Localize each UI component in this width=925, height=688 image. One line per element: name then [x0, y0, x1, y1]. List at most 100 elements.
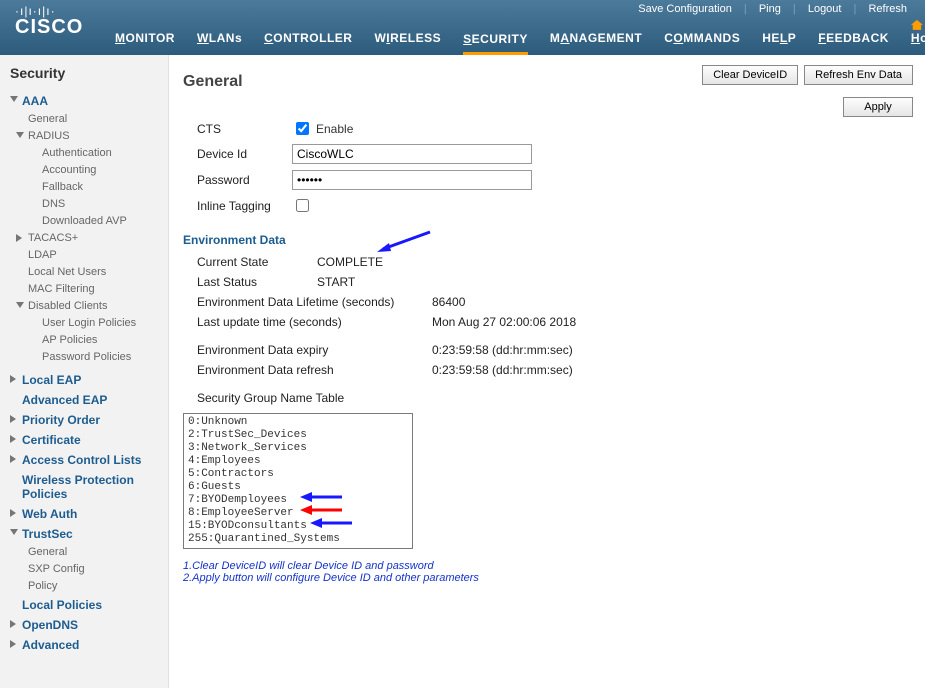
chevron-right-icon: [10, 375, 16, 383]
env-refresh-value: 0:23:59:58 (dd:hr:mm:sec): [432, 363, 573, 377]
nav-wireless[interactable]: WIRELESS: [374, 31, 441, 49]
sidebar-item-pwdpolicies[interactable]: Password Policies: [28, 349, 168, 366]
sidebar-item-userlogin[interactable]: User Login Policies: [28, 315, 168, 332]
top-utility-links: Save Configuration | Ping | Logout | Ref…: [630, 3, 915, 15]
sg-row[interactable]: 4:Employees: [188, 455, 408, 468]
nav-feedback[interactable]: FEEDBACK: [818, 31, 889, 49]
chevron-down-icon: [16, 132, 24, 138]
device-id-label: Device Id: [197, 147, 292, 161]
sidebar-item-radius-dns[interactable]: DNS: [28, 196, 168, 213]
chevron-right-icon: [10, 455, 16, 463]
sidebar-item-advanced[interactable]: Advanced: [0, 635, 168, 655]
app-header: ·ı|ı·ı|ı· CISCO Save Configuration | Pin…: [0, 0, 925, 55]
sg-row[interactable]: 6:Guests: [188, 481, 408, 494]
main-content: Clear DeviceID Refresh Env Data Apply Ge…: [169, 55, 925, 688]
sidebar-item-ts-sxp[interactable]: SXP Config: [28, 561, 168, 578]
sidebar-item-disabled[interactable]: Disabled Clients: [28, 298, 168, 315]
clear-deviceid-button[interactable]: Clear DeviceID: [702, 65, 798, 85]
sidebar-item-localnet[interactable]: Local Net Users: [28, 264, 168, 281]
cts-enable-text: Enable: [316, 122, 353, 136]
sg-row[interactable]: 255:Quarantined_Systems: [188, 533, 408, 546]
chevron-right-icon: [10, 435, 16, 443]
sidebar-item-acl[interactable]: Access Control Lists: [0, 450, 168, 470]
main-nav: MONITOR WLANs CONTROLLER WIRELESS SECURI…: [115, 17, 915, 49]
save-config-link[interactable]: Save Configuration: [630, 3, 740, 15]
footnotes: 1.Clear DeviceID will clear Device ID an…: [183, 560, 911, 584]
refresh-link[interactable]: Refresh: [860, 3, 915, 15]
sidebar-item-cert[interactable]: Certificate: [0, 430, 168, 450]
cisco-logo: ·ı|ı·ı|ı· CISCO: [15, 6, 83, 39]
sidebar-title: Security: [10, 65, 158, 81]
chevron-right-icon: [10, 415, 16, 423]
nav-home[interactable]: Home: [911, 17, 925, 49]
chevron-right-icon: [10, 509, 16, 517]
security-group-table[interactable]: 0:Unknown2:TrustSec_Devices3:Network_Ser…: [183, 413, 413, 549]
nav-security[interactable]: SECURITY: [463, 32, 528, 55]
sidebar-item-aaa-general[interactable]: General: [28, 111, 168, 128]
chevron-down-icon: [10, 529, 18, 535]
sidebar-item-radius-acct[interactable]: Accounting: [28, 162, 168, 179]
sidebar-item-trustsec[interactable]: TrustSec: [0, 524, 168, 544]
nav-controller[interactable]: CONTROLLER: [264, 31, 352, 49]
nav-commands[interactable]: COMMANDS: [664, 31, 740, 49]
sidebar-item-tacacs[interactable]: TACACS+: [28, 230, 168, 247]
sg-row[interactable]: 3:Network_Services: [188, 442, 408, 455]
sidebar-item-radius-auth[interactable]: Authentication: [28, 145, 168, 162]
inline-tagging-checkbox[interactable]: [296, 199, 309, 212]
sg-row[interactable]: 8:EmployeeServer: [188, 507, 408, 520]
sidebar-item-radius-avp[interactable]: Downloaded AVP: [28, 213, 168, 230]
sidebar-item-wpp[interactable]: Wireless Protection Policies: [0, 470, 168, 504]
nav-help[interactable]: HELP: [762, 31, 796, 49]
sidebar-item-radius-fallback[interactable]: Fallback: [28, 179, 168, 196]
cts-enable-checkbox[interactable]: [296, 122, 309, 135]
expiry-value: 0:23:59:58 (dd:hr:mm:sec): [432, 343, 573, 357]
sidebar-item-localpol[interactable]: Local Policies: [0, 595, 168, 615]
sg-row[interactable]: 5:Contractors: [188, 468, 408, 481]
sidebar-item-webauth[interactable]: Web Auth: [0, 504, 168, 524]
lifetime-label: Environment Data Lifetime (seconds): [197, 295, 402, 309]
sidebar-item-ts-policy[interactable]: Policy: [28, 578, 168, 595]
env-refresh-label: Environment Data refresh: [197, 363, 402, 377]
nav-wlans[interactable]: WLANs: [197, 31, 242, 49]
last-update-value: Mon Aug 27 02:00:06 2018: [432, 315, 576, 329]
cts-label: CTS: [197, 122, 292, 136]
chevron-down-icon: [16, 302, 24, 308]
device-id-input[interactable]: [292, 144, 532, 164]
sidebar-item-macfilter[interactable]: MAC Filtering: [28, 281, 168, 298]
refresh-env-button[interactable]: Refresh Env Data: [804, 65, 913, 85]
nav-monitor[interactable]: MONITOR: [115, 31, 175, 49]
current-state-value: COMPLETE: [317, 255, 383, 269]
sg-table-label: Security Group Name Table: [197, 391, 402, 405]
expiry-label: Environment Data expiry: [197, 343, 402, 357]
ping-link[interactable]: Ping: [751, 3, 789, 15]
chevron-down-icon: [10, 96, 18, 102]
password-input[interactable]: [292, 170, 532, 190]
sidebar-item-priority[interactable]: Priority Order: [0, 410, 168, 430]
sidebar-item-ldap[interactable]: LDAP: [28, 247, 168, 264]
sidebar-item-localeap[interactable]: Local EAP: [0, 370, 168, 390]
sidebar-item-appolicies[interactable]: AP Policies: [28, 332, 168, 349]
chevron-right-icon: [10, 640, 16, 648]
sg-row[interactable]: 15:BYODconsultants: [188, 520, 408, 533]
sidebar-item-aaa[interactable]: AAA: [0, 91, 168, 111]
lifetime-value: 86400: [432, 295, 465, 309]
last-status-label: Last Status: [197, 275, 317, 289]
current-state-label: Current State: [197, 255, 317, 269]
last-update-label: Last update time (seconds): [197, 315, 402, 329]
footnote-2: 2.Apply button will configure Device ID …: [183, 572, 911, 584]
inline-tagging-label: Inline Tagging: [197, 199, 292, 213]
sg-row[interactable]: 7:BYODemployees: [188, 494, 408, 507]
sg-row[interactable]: 2:TrustSec_Devices: [188, 429, 408, 442]
sidebar-item-ts-general[interactable]: General: [28, 544, 168, 561]
home-icon: [911, 20, 923, 30]
chevron-right-icon: [10, 620, 16, 628]
sg-row[interactable]: 0:Unknown: [188, 416, 408, 429]
sidebar-item-radius[interactable]: RADIUS: [28, 128, 168, 145]
sidebar-item-adveap[interactable]: Advanced EAP: [0, 390, 168, 410]
apply-button[interactable]: Apply: [843, 97, 913, 117]
password-label: Password: [197, 173, 292, 187]
logout-link[interactable]: Logout: [800, 3, 850, 15]
nav-management[interactable]: MANAGEMENT: [550, 31, 642, 49]
last-status-value: START: [317, 275, 355, 289]
sidebar-item-opendns[interactable]: OpenDNS: [0, 615, 168, 635]
